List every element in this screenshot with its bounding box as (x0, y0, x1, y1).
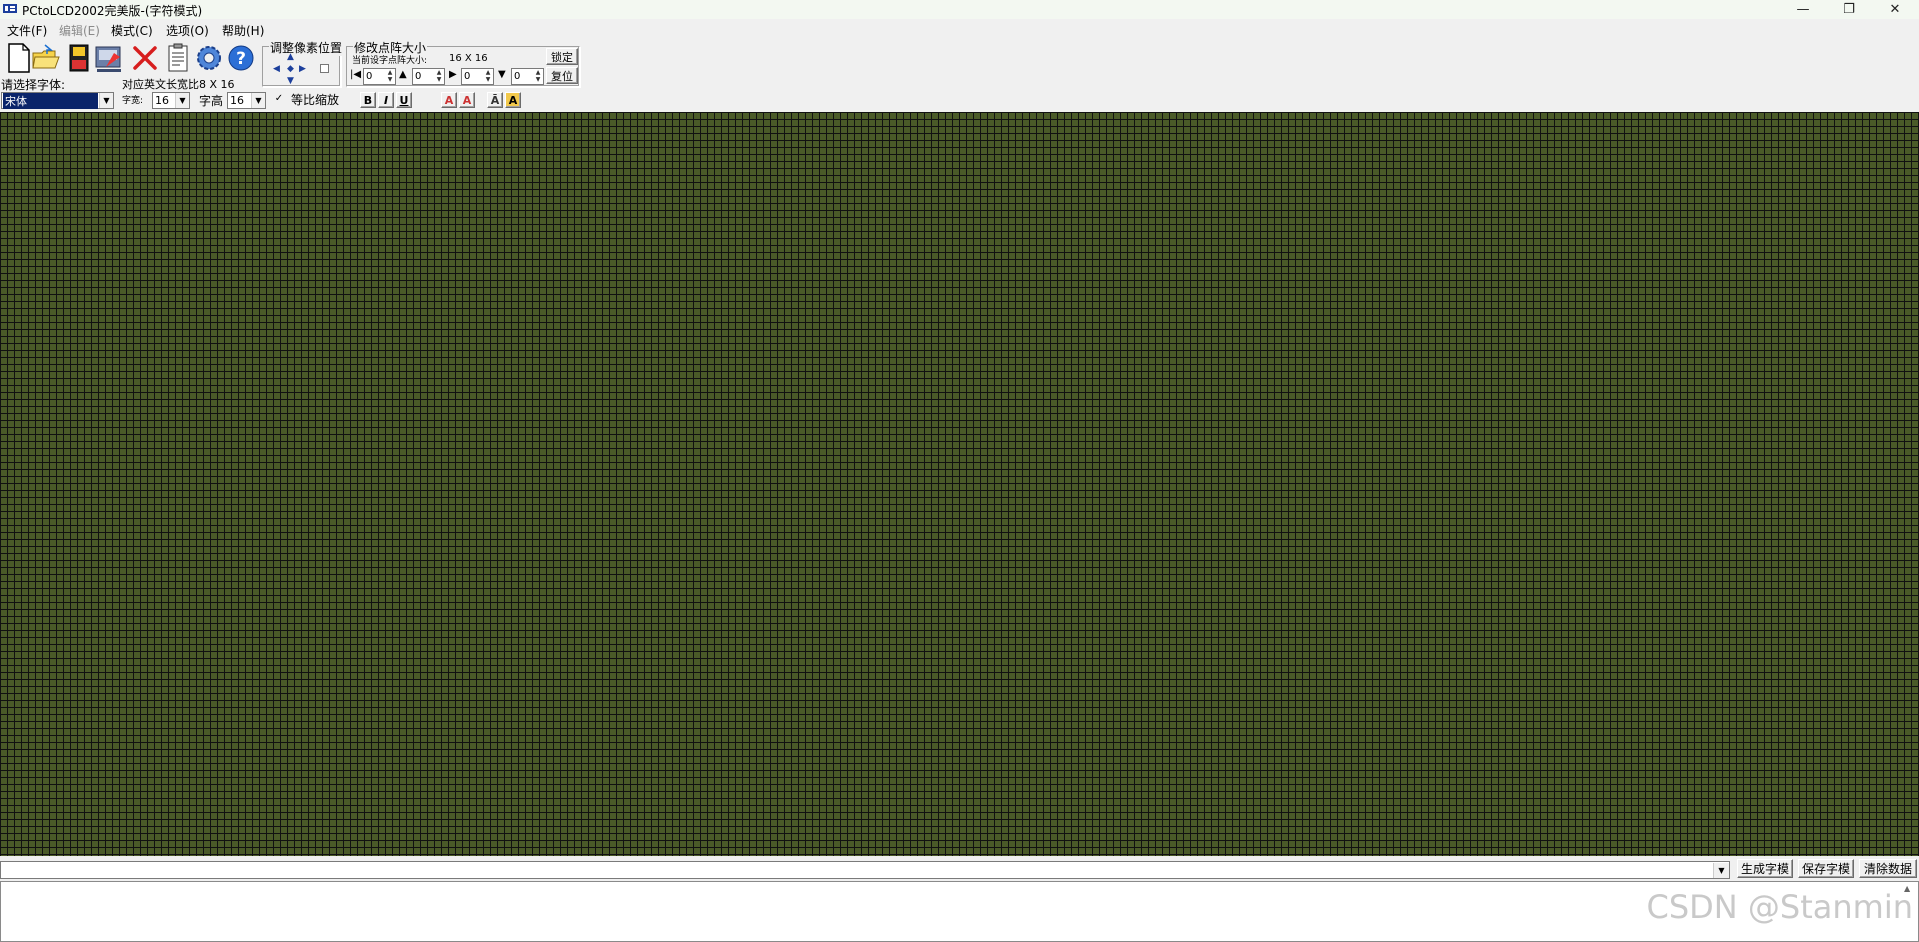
svg-text:?: ? (236, 49, 246, 69)
close-icon: ✕ (1889, 2, 1901, 17)
font-shrink-button[interactable]: A (459, 92, 475, 108)
lock-button[interactable]: 锁定 (546, 48, 578, 65)
current-size-label: 当前设字点阵大小: (352, 56, 428, 66)
font-grow-button[interactable]: A (441, 92, 457, 108)
minimize-icon: — (1796, 2, 1810, 17)
height-value: 16 (230, 94, 244, 107)
app-icon (3, 3, 17, 14)
window-title: PCtoLCD2002完美版-(字符模式) (22, 4, 203, 18)
settings-button[interactable] (194, 41, 224, 75)
font-shrink-icon: A (462, 93, 472, 107)
bold-button[interactable]: B (360, 92, 376, 108)
underline-button[interactable]: U (396, 92, 412, 108)
left-edge-icon: |◀ (350, 69, 362, 80)
top-edge-icon: ▲ (399, 69, 407, 80)
shift-left-icon[interactable]: ◀ (273, 64, 280, 74)
chevron-down-icon: ▼ (175, 93, 189, 108)
mirror-icon: A (508, 93, 518, 107)
height-label: 字高 (199, 94, 224, 108)
menu-help[interactable]: 帮助(H) (222, 22, 264, 39)
clear-button[interactable]: 清除数据 (1859, 859, 1917, 878)
watermark: CSDN @Stanmin (1646, 888, 1914, 926)
font-grow-icon: A (444, 93, 454, 107)
open-button[interactable] (31, 41, 61, 75)
save-as-icon (95, 46, 121, 72)
pixel-adjust-checkbox[interactable] (320, 64, 329, 73)
current-size-value: 16 X 16 (449, 53, 488, 64)
pixel-grid-canvas[interactable] (0, 112, 1919, 856)
italic-button[interactable]: I (378, 92, 394, 108)
settings-gear-icon (197, 46, 221, 70)
proportional-checkbox[interactable]: ✓ (273, 93, 285, 105)
menu-edit[interactable]: 编辑(E) (59, 22, 100, 39)
menu-bar (0, 19, 1919, 41)
generate-button[interactable]: 生成字模 (1737, 859, 1793, 878)
output-textarea[interactable] (0, 881, 1919, 942)
left-spin[interactable]: 0 ▲ ▼ (363, 68, 396, 85)
chevron-down-icon: ▼ (1713, 862, 1729, 878)
minimize-button[interactable]: — (1780, 0, 1826, 19)
save-button[interactable] (64, 41, 94, 75)
shift-right-icon[interactable]: ▶ (299, 64, 306, 74)
save-as-button[interactable] (94, 41, 124, 75)
notes-button[interactable] (163, 41, 193, 75)
menu-mode[interactable]: 模式(C) (111, 22, 153, 39)
reset-button[interactable]: 复位 (546, 67, 578, 84)
font-select-label: 请选择字体: (1, 78, 66, 92)
bottom-edge-icon: ▼ (498, 69, 506, 80)
close-button[interactable]: ✕ (1872, 0, 1918, 19)
new-file-icon (8, 43, 30, 73)
new-file-button[interactable] (3, 41, 33, 75)
menu-options[interactable]: 选项(O) (166, 22, 209, 39)
right-spin[interactable]: 0 ▲ ▼ (461, 68, 494, 85)
help-button[interactable]: ? (226, 41, 256, 75)
mirror-button[interactable]: A (505, 92, 521, 108)
height-select[interactable]: 16 ▼ (227, 92, 266, 109)
chevron-down-icon: ▼ (251, 93, 265, 108)
ratio-label: 对应英文长宽比8 X 16 (122, 78, 235, 91)
restore-button[interactable]: ❐ (1826, 0, 1872, 19)
shift-down-icon[interactable]: ▼ (287, 76, 294, 86)
bottom-spin[interactable]: 0 ▲ ▼ (511, 68, 544, 85)
font-select-value: 宋体 (3, 92, 98, 109)
width-value: 16 (155, 94, 169, 107)
menu-file[interactable]: 文件(F) (7, 22, 47, 39)
save-font-button[interactable]: 保存字模 (1798, 859, 1854, 878)
restore-icon: ❐ (1843, 2, 1855, 17)
delete-button[interactable] (130, 41, 160, 75)
shift-up-icon[interactable]: ▲ (287, 52, 294, 62)
open-folder-icon (32, 44, 60, 69)
pixel-grid[interactable] (0, 112, 1919, 856)
rotate-icon: Ā (490, 93, 500, 107)
proportional-label: 等比缩放 (291, 93, 340, 107)
right-edge-icon: ▶ (449, 69, 457, 80)
notes-icon (168, 43, 188, 72)
data-select[interactable]: ▼ (0, 861, 1730, 879)
shift-center-icon[interactable]: ◆ (287, 64, 294, 74)
help-question-icon: ? (228, 45, 254, 71)
width-select[interactable]: 16 ▼ (152, 92, 190, 109)
font-select[interactable]: 宋体 ▼ (1, 92, 114, 109)
width-label: 字宽: (122, 96, 144, 106)
top-spin[interactable]: 0 ▲ ▼ (412, 68, 445, 85)
delete-x-icon (133, 46, 157, 70)
pixel-adjust-title: 调整像素位置 (269, 39, 344, 56)
rotate-button[interactable]: Ā (487, 92, 503, 108)
title-bar (0, 0, 1919, 19)
chevron-down-icon: ▼ (99, 93, 113, 108)
save-disk-icon (69, 44, 89, 72)
